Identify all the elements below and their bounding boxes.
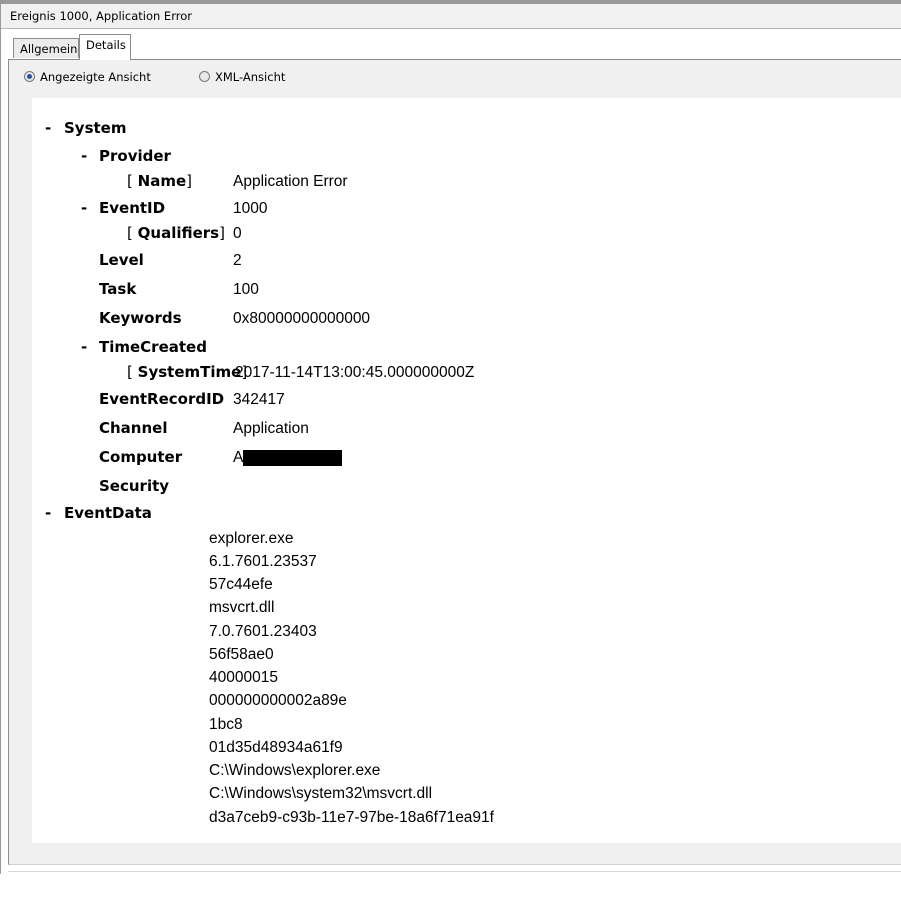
eventrecordid-value: 342417 [233,391,285,408]
task-value: 100 [233,281,259,298]
eventdata-value: 57c44efe [209,576,273,593]
eventdata-value: 7.0.7601.23403 [209,623,317,640]
attr-name: [ Name] [127,172,192,191]
footer-divider [8,871,901,872]
collapse-provider-toggle[interactable]: - [81,147,87,166]
eventdata-value: 56f58ae0 [209,646,274,663]
radio-friendly-view[interactable]: Angezeigte Ansicht [24,70,151,85]
radio-xml-label: XML-Ansicht [215,70,286,84]
collapse-timecreated-toggle[interactable]: - [81,338,87,357]
event-properties-window: Ereignis 1000, Application Error Allgeme… [0,0,901,874]
window-title: Ereignis 1000, Application Error [1,0,901,29]
computer-value: A [233,449,244,466]
open-bracket: [ [127,224,133,242]
close-bracket: ] [186,172,192,190]
attr-qualifiers: [ Qualifiers] [127,224,225,243]
eventdata-value: C:\Windows\explorer.exe [209,762,381,779]
attr-qualifiers-key: Qualifiers [137,224,220,242]
node-task: Task [99,280,137,298]
eventdata-value: explorer.exe [209,530,294,547]
channel-value: Application [233,420,309,437]
collapse-system-toggle[interactable]: - [45,119,51,138]
close-bracket: ] [219,224,225,242]
attr-name-key: Name [137,172,187,190]
keywords-value: 0x80000000000000 [233,310,371,327]
node-system: System [64,119,127,137]
redaction-bar [243,450,342,466]
radio-friendly-label: Angezeigte Ansicht [40,70,151,84]
radio-unselected-icon [199,71,210,82]
attr-systemtime: [ SystemTime] [127,363,247,382]
tab-details[interactable]: Details [79,34,131,60]
eventdata-value: 1bc8 [209,716,243,733]
eventdata-value: 000000000002a89e [209,692,347,709]
open-bracket: [ [127,172,133,190]
node-timecreated: TimeCreated [99,338,207,356]
node-eventrecordid: EventRecordID [99,390,225,408]
open-bracket: [ [127,363,133,381]
radio-xml-view[interactable]: XML-Ansicht [199,70,285,85]
node-eventdata: EventData [64,504,152,522]
attr-name-value: Application Error [233,173,348,190]
node-security: Security [99,477,170,495]
node-keywords: Keywords [99,309,182,327]
node-eventid: EventID [99,199,166,217]
radio-selected-icon [24,71,35,82]
tab-general[interactable]: Allgemein [13,38,79,58]
node-computer: Computer [99,448,183,466]
eventid-value: 1000 [233,200,268,217]
node-provider: Provider [99,147,171,165]
attr-systemtime-key: SystemTime [137,363,242,381]
eventdata-value: C:\Windows\system32\msvcrt.dll [209,785,433,802]
eventdata-value: 6.1.7601.23537 [209,553,317,570]
eventdata-value: d3a7ceb9-c93b-11e7-97be-18a6f71ea91f [209,809,494,826]
node-channel: Channel [99,419,168,437]
level-value: 2 [233,252,242,269]
systemtime-value: 2017-11-14T13:00:45.000000000Z [235,364,475,381]
eventdata-value: 01d35d48934a61f9 [209,739,343,756]
node-level: Level [99,251,144,269]
qualifiers-value: 0 [233,225,242,242]
eventdata-value: msvcrt.dll [209,599,275,616]
collapse-eventdata-toggle[interactable]: - [45,504,51,523]
eventdata-value: 40000015 [209,669,278,686]
collapse-eventid-toggle[interactable]: - [81,199,87,218]
